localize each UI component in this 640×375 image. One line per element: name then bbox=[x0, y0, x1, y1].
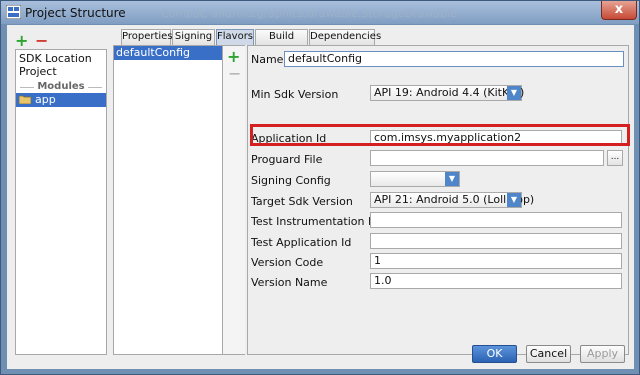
signing-config-dropdown[interactable]: ▼ bbox=[370, 171, 460, 187]
sdk-location-item[interactable]: SDK Location bbox=[19, 52, 92, 65]
signing-config-label: Signing Config bbox=[251, 174, 331, 187]
flavor-properties-form: Name: defaultConfig Min Sdk Version API … bbox=[247, 45, 630, 355]
project-structure-window: Project Structure Compat; android.graphi… bbox=[0, 0, 640, 375]
background-text: Compat; android.graphics.drawable.Storag… bbox=[161, 7, 457, 20]
module-item-app[interactable]: app bbox=[16, 93, 106, 107]
min-sdk-value: API 19: Android 4.4 (KitKat) bbox=[374, 86, 525, 99]
remove-flavor-icon[interactable]: − bbox=[228, 64, 241, 83]
project-structure-icon bbox=[6, 5, 21, 19]
min-sdk-label: Min Sdk Version bbox=[251, 88, 339, 101]
min-sdk-dropdown[interactable]: API 19: Android 4.4 (KitKat) ▼ bbox=[370, 85, 525, 101]
project-tree: SDK Location Project Modules app bbox=[15, 49, 107, 355]
proguard-file-label: Proguard File bbox=[251, 153, 323, 166]
title-bar[interactable]: Project Structure Compat; android.graphi… bbox=[1, 1, 639, 24]
add-module-icon[interactable]: + bbox=[15, 31, 28, 50]
window-title: Project Structure bbox=[25, 6, 126, 20]
version-name-label: Version Name bbox=[251, 276, 328, 289]
browse-button[interactable]: ... bbox=[607, 150, 623, 166]
module-label: app bbox=[35, 93, 56, 106]
name-label: Name: bbox=[251, 53, 288, 66]
close-button[interactable]: x bbox=[601, 1, 637, 20]
cancel-button[interactable]: Cancel bbox=[526, 345, 571, 363]
version-code-label: Version Code bbox=[251, 256, 324, 269]
tab-dependencies[interactable]: Dependencies bbox=[309, 29, 381, 45]
flavor-toolbar: + − bbox=[223, 45, 245, 355]
project-item[interactable]: Project bbox=[19, 65, 57, 78]
flavor-item-defaultconfig[interactable]: defaultConfig bbox=[114, 46, 222, 60]
remove-module-icon[interactable]: − bbox=[35, 31, 48, 50]
chevron-down-icon: ▼ bbox=[507, 193, 521, 207]
version-code-input[interactable]: 1 bbox=[370, 253, 622, 269]
chevron-down-icon: ▼ bbox=[445, 172, 459, 186]
highlight-box bbox=[250, 124, 630, 146]
test-runner-input[interactable] bbox=[370, 212, 622, 228]
tab-properties[interactable]: Properties bbox=[121, 29, 173, 45]
version-name-input[interactable]: 1.0 bbox=[370, 273, 622, 289]
ok-button[interactable]: OK bbox=[472, 345, 517, 363]
section-divider bbox=[88, 87, 102, 88]
apply-button[interactable]: Apply bbox=[580, 345, 625, 363]
test-application-id-input[interactable] bbox=[370, 233, 622, 249]
target-sdk-dropdown[interactable]: API 21: Android 5.0 (Lollipop) ▼ bbox=[370, 192, 534, 208]
name-input[interactable]: defaultConfig bbox=[284, 51, 624, 67]
tab-signing[interactable]: Signing bbox=[172, 29, 215, 45]
dialog-content: + − SDK Location Project Modules app Pro… bbox=[7, 25, 634, 369]
target-sdk-label: Target Sdk Version bbox=[251, 195, 353, 208]
flavor-list: defaultConfig bbox=[113, 45, 223, 355]
test-application-id-label: Test Application Id bbox=[251, 236, 352, 249]
folder-icon bbox=[19, 95, 31, 104]
tab-flavors[interactable]: Flavors bbox=[216, 29, 254, 45]
tab-build-types[interactable]: Build Types bbox=[255, 29, 308, 56]
chevron-down-icon: ▼ bbox=[507, 86, 521, 100]
proguard-file-input[interactable] bbox=[370, 150, 604, 166]
